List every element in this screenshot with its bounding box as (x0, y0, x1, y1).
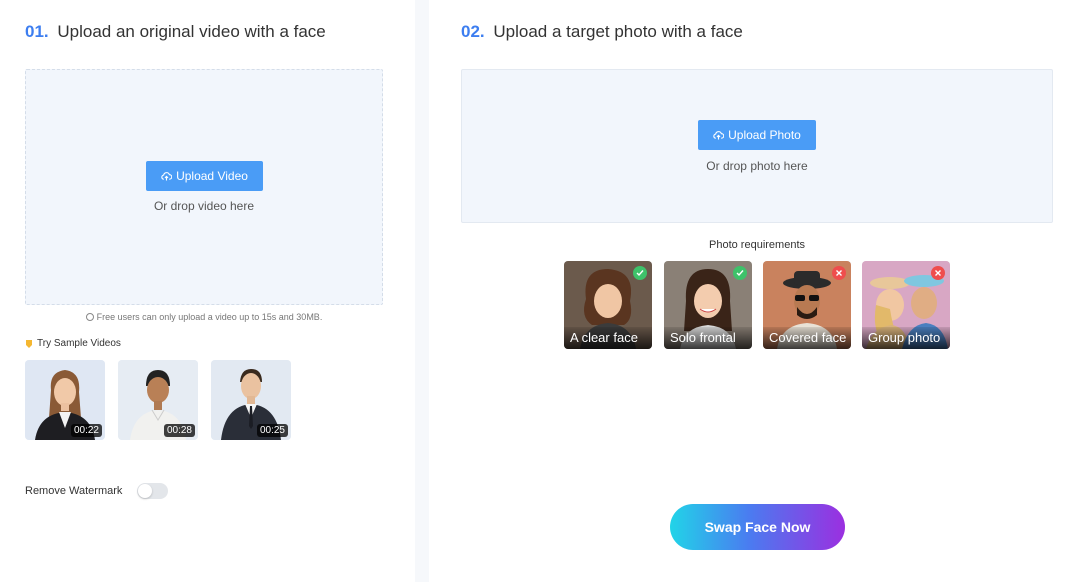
toggle-knob (138, 484, 152, 498)
requirement-card-group-photo: Group photo (862, 261, 950, 349)
video-step-title: 01. Upload an original video with a face (25, 22, 326, 42)
free-user-note-text: Free users can only upload a video up to… (96, 312, 323, 322)
swap-face-now-button[interactable]: Swap Face Now (670, 504, 845, 550)
photo-drop-hint: Or drop photo here (706, 159, 808, 173)
requirement-card-clear-face: A clear face (564, 261, 652, 349)
requirement-card-covered-face: Covered face (763, 261, 851, 349)
panel-divider (415, 0, 429, 582)
free-user-note: Free users can only upload a video up to… (25, 312, 383, 322)
upload-photo-label: Upload Photo (728, 128, 801, 142)
clock-icon (85, 313, 94, 321)
photo-step-number: 02. (461, 22, 485, 41)
upload-video-label: Upload Video (176, 169, 248, 183)
requirement-label: A clear face (564, 327, 652, 349)
upload-photo-button[interactable]: Upload Photo (698, 120, 816, 150)
requirement-label: Solo frontal (664, 327, 752, 349)
sample-videos-title: Try Sample Videos (25, 338, 121, 349)
check-icon (733, 266, 747, 280)
sample-video-1[interactable]: 00:22 (25, 360, 105, 440)
photo-step-title: 02. Upload a target photo with a face (461, 22, 743, 42)
video-drop-hint: Or drop video here (153, 199, 255, 213)
photo-requirements-title: Photo requirements (709, 239, 805, 251)
check-icon (633, 266, 647, 280)
cloud-upload-icon (161, 171, 173, 181)
cross-icon (832, 266, 846, 280)
sample-video-2[interactable]: 00:28 (118, 360, 198, 440)
upload-video-button[interactable]: Upload Video (146, 161, 263, 191)
sample-duration-1: 00:22 (70, 424, 102, 437)
sample-duration-2: 00:28 (163, 424, 195, 437)
sample-video-3[interactable]: 00:25 (211, 360, 291, 440)
cross-icon (931, 266, 945, 280)
requirement-card-solo-frontal: Solo frontal (664, 261, 752, 349)
cloud-upload-icon (713, 130, 725, 140)
video-step-text: Upload an original video with a face (57, 22, 326, 41)
video-step-number: 01. (25, 22, 49, 41)
sample-duration-3: 00:25 (256, 424, 288, 437)
crown-badge-icon (26, 339, 32, 348)
remove-watermark-label: Remove Watermark (25, 485, 123, 497)
remove-watermark-toggle[interactable] (137, 483, 168, 499)
requirement-label: Covered face (763, 327, 851, 349)
sample-videos-label: Try Sample Videos (37, 338, 121, 349)
photo-step-text: Upload a target photo with a face (493, 22, 743, 41)
requirement-label: Group photo (862, 327, 950, 349)
